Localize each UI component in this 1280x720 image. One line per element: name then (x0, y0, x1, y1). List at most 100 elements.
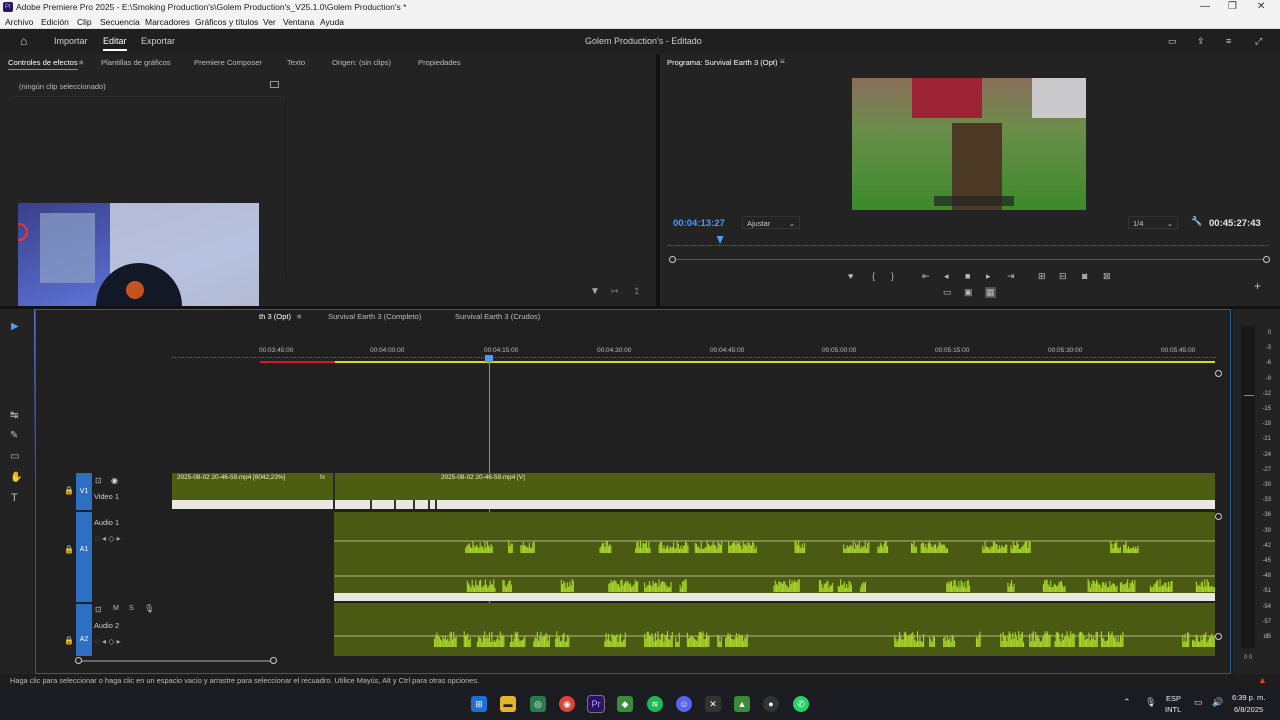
audio-a2-waveform[interactable] (334, 603, 1215, 656)
obs-icon[interactable]: ● (763, 696, 779, 712)
menu-clip[interactable]: Clip (77, 17, 92, 27)
zoom-scrollbar[interactable] (672, 259, 1266, 260)
video-clip-bar[interactable] (172, 500, 1215, 509)
hand-tool-icon[interactable]: ✋ (10, 472, 22, 483)
mute-button[interactable]: M (113, 605, 119, 612)
panel-expand-icon[interactable] (270, 81, 279, 88)
clip-edit-point[interactable] (394, 500, 396, 509)
fx-icon[interactable]: fx (320, 474, 325, 481)
home-icon[interactable]: ⌂ (20, 34, 27, 48)
audio-clip-bar[interactable] (334, 593, 1215, 601)
program-ruler[interactable] (668, 240, 1268, 246)
panel-divider-vertical[interactable] (656, 54, 660, 306)
zoom-handle-left[interactable] (669, 256, 676, 263)
file-explorer-icon[interactable]: ▬ (500, 696, 516, 712)
solo-button[interactable]: S (129, 605, 134, 612)
v-scroll-top-handle[interactable] (1215, 370, 1222, 377)
video-clip-2-label[interactable]: 2025-08-02 20-46-59.mp4 [V] (441, 474, 525, 481)
camera-icon[interactable]: ◙ (1082, 271, 1087, 281)
lock-icon[interactable]: 🔒 (64, 545, 74, 554)
fullscreen-icon[interactable]: ⤢ (1255, 36, 1262, 47)
audio-a1-waveform[interactable] (334, 512, 1215, 593)
close-button[interactable]: ✕ (1257, 1, 1265, 12)
add-button-icon[interactable]: + (1254, 279, 1261, 293)
nav-editar[interactable]: Editar (103, 36, 127, 51)
volume-icon[interactable]: 🔊 (1212, 697, 1223, 708)
timeline-tab-opt[interactable]: th 3 (Opt) (259, 312, 291, 321)
export-frame-icon[interactable]: ↦ (611, 286, 619, 297)
menu-archivo[interactable]: Archivo (5, 17, 33, 27)
lock-icon[interactable]: 🔒 (64, 636, 74, 645)
timeline-playhead-handle[interactable] (485, 355, 493, 362)
resolution-dropdown[interactable]: 1/4 ⌄ (1128, 216, 1178, 229)
menu-icon[interactable]: ≡ (1226, 36, 1231, 46)
timeline-ruler[interactable] (172, 356, 1216, 358)
keyframe-nav-icon[interactable]: ◌ ◂ ◇ ▸ (95, 534, 121, 543)
clock-time[interactable]: 6:39 p. m. (1232, 693, 1265, 702)
tray-mic-icon[interactable]: 🎙 (1145, 697, 1156, 708)
menu-ver[interactable]: Ver (263, 17, 276, 27)
pen-tool-icon[interactable]: ✎ (10, 430, 18, 441)
mark-out-icon[interactable]: } (891, 271, 894, 281)
clip-edit-point[interactable] (413, 500, 415, 509)
extract-icon[interactable]: ⊟ (1059, 271, 1067, 282)
tab-texto[interactable]: Texto (287, 58, 305, 67)
v-scroll-handle[interactable] (1215, 513, 1222, 520)
track-a2-label[interactable]: A2 (76, 604, 92, 656)
lang-code[interactable]: ESP (1166, 694, 1181, 703)
overlay-icon[interactable]: ▣ (964, 287, 973, 298)
network-icon[interactable]: ▭ (1194, 697, 1203, 708)
track-v1-label[interactable]: V1 (76, 473, 92, 510)
v-scroll-bottom-handle[interactable] (1215, 633, 1222, 640)
timeline-tab-menu-icon[interactable]: ≡ (297, 312, 301, 321)
clip-edit-point[interactable] (333, 473, 335, 509)
panel-action-icon[interactable]: ↥ (633, 286, 641, 297)
eye-icon[interactable]: ◉ (111, 476, 118, 485)
maximize-button[interactable]: ❐ (1228, 1, 1237, 12)
menu-marcadores[interactable]: Marcadores (145, 17, 190, 27)
timeline-tab-crudos[interactable]: Survival Earth 3 (Crudos) (455, 312, 540, 321)
menu-graficos[interactable]: Gráficos y títulos (195, 17, 258, 27)
selection-tool-icon[interactable]: ▶ (11, 321, 19, 332)
discord-icon[interactable]: ☺ (676, 696, 692, 712)
start-icon[interactable]: ⊞ (471, 696, 487, 712)
workspace-icon[interactable]: ▭ (1168, 36, 1177, 47)
multicam-icon[interactable]: ▦ (985, 287, 996, 298)
go-to-out-icon[interactable]: ⇥ (1007, 271, 1015, 282)
spotify-icon[interactable]: ≋ (647, 696, 663, 712)
clock-date[interactable]: 6/8/2025 (1234, 705, 1263, 714)
add-marker-icon[interactable]: ♥ (848, 271, 853, 281)
menu-edicion[interactable]: Edición (41, 17, 69, 27)
program-timecode[interactable]: 00:04:13:27 (673, 218, 725, 229)
xbox-icon[interactable]: ✕ (705, 696, 721, 712)
menu-secuencia[interactable]: Secuencia (100, 17, 140, 27)
whatsapp-icon[interactable]: ✆ (793, 696, 809, 712)
nav-importar[interactable]: Importar (54, 36, 88, 46)
go-to-in-icon[interactable]: ⇤ (922, 271, 930, 282)
tab-premiere-composer[interactable]: Premiere Composer (194, 58, 262, 67)
menu-ventana[interactable]: Ventana (283, 17, 314, 27)
comparison-icon[interactable]: ⊠ (1103, 271, 1111, 282)
share-icon[interactable]: ⇪ (1197, 36, 1205, 47)
microphone-icon[interactable]: 🎙 (144, 604, 154, 613)
tab-menu-icon[interactable]: ≡ (79, 58, 83, 67)
warning-icon[interactable]: ▲ (1258, 675, 1267, 685)
mark-in-icon[interactable]: { (872, 271, 875, 281)
clip-edit-point[interactable] (435, 500, 437, 509)
safe-margins-icon[interactable]: ▭ (943, 287, 952, 298)
nav-exportar[interactable]: Exportar (141, 36, 175, 46)
menu-ayuda[interactable]: Ayuda (320, 17, 344, 27)
track-output-icon[interactable]: ⊡ (95, 476, 102, 485)
program-menu-icon[interactable]: ≡ (780, 57, 785, 66)
zoom-handle-right[interactable] (1263, 256, 1270, 263)
minimize-button[interactable]: — (1200, 1, 1210, 12)
wrench-icon[interactable]: 🔧 (1191, 216, 1202, 227)
keyframe-nav-icon[interactable]: ◌ ◂ ◇ ▸ (95, 637, 121, 646)
stop-icon[interactable]: ■ (965, 271, 970, 281)
tab-graphics-templates[interactable]: Plantillas de gráficos (101, 58, 171, 67)
lock-icon[interactable]: 🔒 (64, 486, 74, 495)
tab-source[interactable]: Origen: (sin clips) (332, 58, 391, 67)
tab-properties[interactable]: Propiedades (418, 58, 461, 67)
tray-chevron-icon[interactable]: ⌃ (1123, 697, 1131, 708)
chrome-icon[interactable]: ◉ (559, 696, 575, 712)
